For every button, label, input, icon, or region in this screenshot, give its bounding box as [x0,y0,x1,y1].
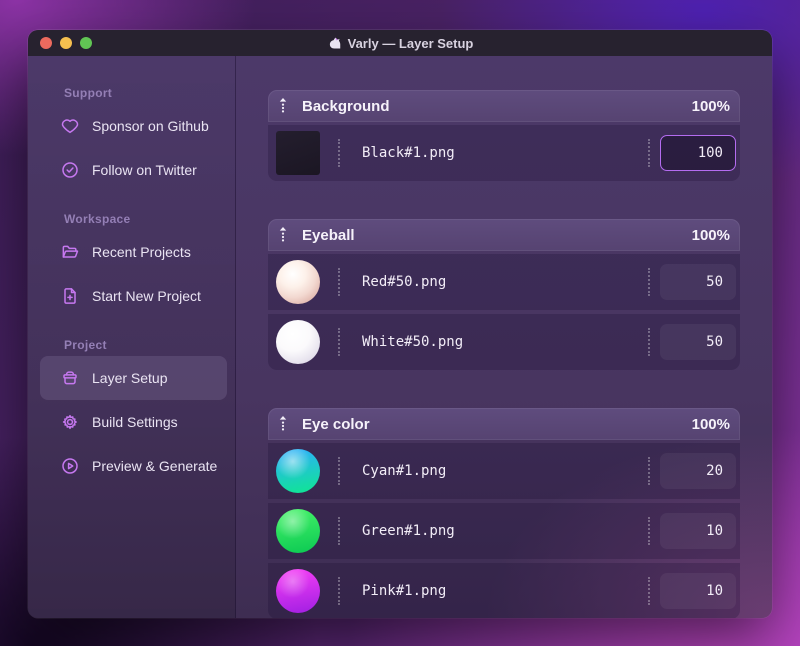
layer-group-title: Eye color [302,415,370,433]
layer-weight-input[interactable] [660,135,736,171]
green-ball-thumbnail [276,509,320,553]
cyan-ball-thumbnail [276,449,320,493]
sidebar-item-build-settings[interactable]: Build Settings [40,400,227,444]
layer-group-opacity: 100% [691,97,730,115]
divider-dotted [338,139,340,167]
layer-group-background: Background 100% Black#1.png [268,90,740,181]
layer-weight-input[interactable] [660,513,736,549]
layer-weight-input[interactable] [660,264,736,300]
layer-group-title: Eyeball [302,226,355,244]
layer-row-green-1-png: Green#1.png [268,503,740,559]
layer-list: Background 100% Black#1.png Eyeball 100% [236,56,772,618]
desktop-background: Varly — Layer Setup Support Sponsor on G… [0,0,800,646]
divider-dotted [338,577,340,605]
layer-row-white-50-png: White#50.png [268,314,740,370]
layer-filename: Black#1.png [362,145,455,161]
divider-dotted [338,268,340,296]
sidebar-item-sponsor-on-github[interactable]: Sponsor on Github [40,104,227,148]
badge-check-icon [60,160,80,180]
layer-group-eyeball: Eyeball 100% Red#50.png White#50.png [268,219,740,370]
divider-dotted [338,328,340,356]
unicorn-app-icon [327,36,342,51]
app-window: Varly — Layer Setup Support Sponsor on G… [28,30,772,618]
layer-row-pink-1-png: Pink#1.png [268,563,740,618]
divider-dotted [648,457,650,485]
sidebar-item-label: Start New Project [92,288,201,304]
sidebar-item-label: Build Settings [92,414,178,430]
divider-dotted [648,517,650,545]
layer-group-rows: Black#1.png [268,125,740,181]
layer-group-opacity: 100% [691,415,730,433]
divider-dotted [338,517,340,545]
divider-dotted [648,577,650,605]
file-plus-icon [60,286,80,306]
play-circle-icon [60,456,80,476]
sidebar-section: Workspace Recent Projects Start New Proj… [28,212,235,318]
layer-row-cyan-1-png: Cyan#1.png [268,443,740,499]
divider-dotted [338,457,340,485]
layer-row-black-1-png: Black#1.png [268,125,740,181]
black-square-thumbnail [276,131,320,175]
sidebar-item-label: Follow on Twitter [92,162,197,178]
layer-filename: Cyan#1.png [362,463,447,479]
sidebar-item-label: Sponsor on Github [92,118,209,134]
window-body: Support Sponsor on Github Follow on Twit… [28,56,772,618]
title-bar: Varly — Layer Setup [28,30,772,56]
sidebar: Support Sponsor on Github Follow on Twit… [28,56,236,618]
sidebar-sections: Support Sponsor on Github Follow on Twit… [28,86,235,488]
layer-group-header: Background 100% [268,90,740,122]
red-ball-thumbnail [276,260,320,304]
layer-filename: White#50.png [362,334,464,350]
sidebar-section: Project Layer Setup Build Settings Previ… [28,338,235,488]
sidebar-section-items: Sponsor on Github Follow on Twitter [28,104,235,192]
layer-weight-input[interactable] [660,324,736,360]
traffic-lights [28,37,92,49]
layer-group-opacity: 100% [691,226,730,244]
sidebar-item-preview-generate[interactable]: Preview & Generate [40,444,227,488]
white-ball-thumbnail [276,320,320,364]
layer-group-rows: Cyan#1.png Green#1.png Pink#1.png [268,443,740,618]
layer-group-eye-color: Eye color 100% Cyan#1.png Green#1.png Pi… [268,408,740,618]
sidebar-section-items: Recent Projects Start New Project [28,230,235,318]
layer-group-rows: Red#50.png White#50.png [268,254,740,370]
minimize-button[interactable] [60,37,72,49]
drag-handle-icon[interactable] [278,415,288,433]
sidebar-item-label: Layer Setup [92,370,168,386]
divider-dotted [648,139,650,167]
layer-row-red-50-png: Red#50.png [268,254,740,310]
sidebar-item-follow-on-twitter[interactable]: Follow on Twitter [40,148,227,192]
drag-handle-icon[interactable] [278,97,288,115]
sidebar-item-start-new-project[interactable]: Start New Project [40,274,227,318]
sidebar-section-label: Support [64,86,113,100]
layer-filename: Red#50.png [362,274,447,290]
sidebar-item-label: Preview & Generate [92,458,218,474]
close-button[interactable] [40,37,52,49]
sidebar-section-label: Project [64,338,107,352]
layer-group-title: Background [302,97,390,115]
drag-handle-icon[interactable] [278,226,288,244]
layer-group-header: Eye color 100% [268,408,740,440]
gear-icon [60,412,80,432]
sidebar-section-items: Layer Setup Build Settings Preview & Gen… [28,356,235,488]
window-title-area: Varly — Layer Setup [28,30,772,56]
pink-ball-thumbnail [276,569,320,613]
sidebar-section: Support Sponsor on Github Follow on Twit… [28,86,235,192]
sidebar-item-label: Recent Projects [92,244,191,260]
layers-box-icon [60,368,80,388]
folder-open-icon [60,242,80,262]
divider-dotted [648,328,650,356]
heart-icon [60,116,80,136]
divider-dotted [648,268,650,296]
layer-group-header: Eyeball 100% [268,219,740,251]
zoom-button[interactable] [80,37,92,49]
sidebar-item-recent-projects[interactable]: Recent Projects [40,230,227,274]
layer-weight-input[interactable] [660,573,736,609]
window-title: Varly — Layer Setup [347,35,474,51]
layer-weight-input[interactable] [660,453,736,489]
sidebar-item-layer-setup[interactable]: Layer Setup [40,356,227,400]
sidebar-section-label: Workspace [64,212,131,226]
layer-filename: Green#1.png [362,523,455,539]
layer-filename: Pink#1.png [362,583,447,599]
